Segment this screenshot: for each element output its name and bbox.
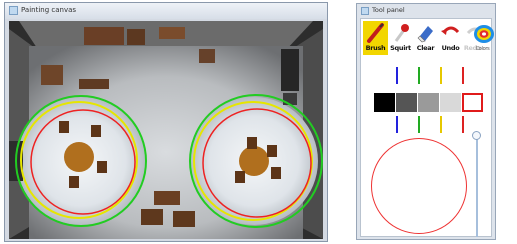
tool-window-title: Tool panel bbox=[372, 6, 405, 14]
table-center bbox=[154, 191, 180, 205]
table-left bbox=[64, 142, 94, 172]
swatch-white-selected[interactable] bbox=[462, 93, 483, 112]
side-table bbox=[79, 79, 109, 89]
chair-center-2 bbox=[173, 211, 195, 227]
marker-tick-red-bottom bbox=[462, 116, 464, 133]
marker-tick-yellow-bottom bbox=[440, 116, 442, 133]
bin bbox=[283, 93, 297, 105]
swatch-black[interactable] bbox=[374, 93, 395, 112]
marker-tick-yellow-top bbox=[440, 67, 442, 84]
shelf bbox=[159, 27, 185, 39]
marker-tick-blue-top bbox=[396, 67, 398, 84]
undo-icon bbox=[441, 26, 460, 35]
painting-canvas-window: Painting canvas bbox=[4, 2, 328, 242]
toolbar: Brush Squirt Clear Undo Redo Colors bbox=[363, 21, 494, 55]
painting-canvas[interactable] bbox=[9, 21, 323, 239]
app-icon bbox=[9, 6, 18, 15]
chair-left-4 bbox=[69, 176, 79, 188]
swatch-gray[interactable] bbox=[418, 93, 439, 112]
tall-cabinet bbox=[281, 49, 299, 91]
color-wheel-icon bbox=[474, 25, 494, 43]
tool-window-titlebar[interactable]: Tool panel bbox=[357, 4, 495, 18]
stool bbox=[199, 49, 215, 63]
armchair bbox=[41, 65, 63, 85]
marker-tick-green-bottom bbox=[418, 116, 420, 133]
chair-right-4 bbox=[235, 171, 245, 183]
marker-tick-blue-bottom bbox=[396, 116, 398, 133]
canvas-window-titlebar[interactable]: Painting canvas bbox=[5, 3, 327, 19]
tool-panel-body: Brush Squirt Clear Undo Redo Colors bbox=[360, 18, 494, 237]
app-icon bbox=[361, 7, 369, 15]
brush-size-preview bbox=[371, 138, 467, 234]
chair-right-3 bbox=[271, 167, 281, 179]
brush-size-slider-thumb[interactable] bbox=[472, 131, 481, 140]
chair-right-2 bbox=[267, 145, 277, 157]
brush-icon bbox=[367, 23, 384, 43]
chair-center-1 bbox=[141, 209, 163, 225]
canvas-scene bbox=[9, 21, 323, 239]
chair-right-1 bbox=[247, 137, 257, 149]
squirt-icon bbox=[394, 24, 409, 42]
marker-tick-red-top bbox=[462, 67, 464, 84]
canvas-window-title: Painting canvas bbox=[21, 6, 77, 14]
brush-size-slider-track[interactable] bbox=[476, 137, 478, 237]
cabinet-small bbox=[127, 29, 145, 45]
chair-left-2 bbox=[91, 125, 101, 137]
tool-panel-window: Tool panel Brush Squirt Clear Undo Redo … bbox=[356, 3, 496, 240]
swatch-dark-gray[interactable] bbox=[396, 93, 417, 112]
marker-tick-green-top bbox=[418, 67, 420, 84]
chair-left-1 bbox=[59, 121, 69, 133]
colors-button[interactable]: Colors bbox=[471, 21, 494, 55]
cabinet bbox=[84, 27, 124, 45]
colors-label: Colors bbox=[475, 46, 490, 52]
chair-left-3 bbox=[97, 161, 107, 173]
clear-icon bbox=[417, 26, 433, 43]
swatch-light-gray[interactable] bbox=[440, 93, 461, 112]
